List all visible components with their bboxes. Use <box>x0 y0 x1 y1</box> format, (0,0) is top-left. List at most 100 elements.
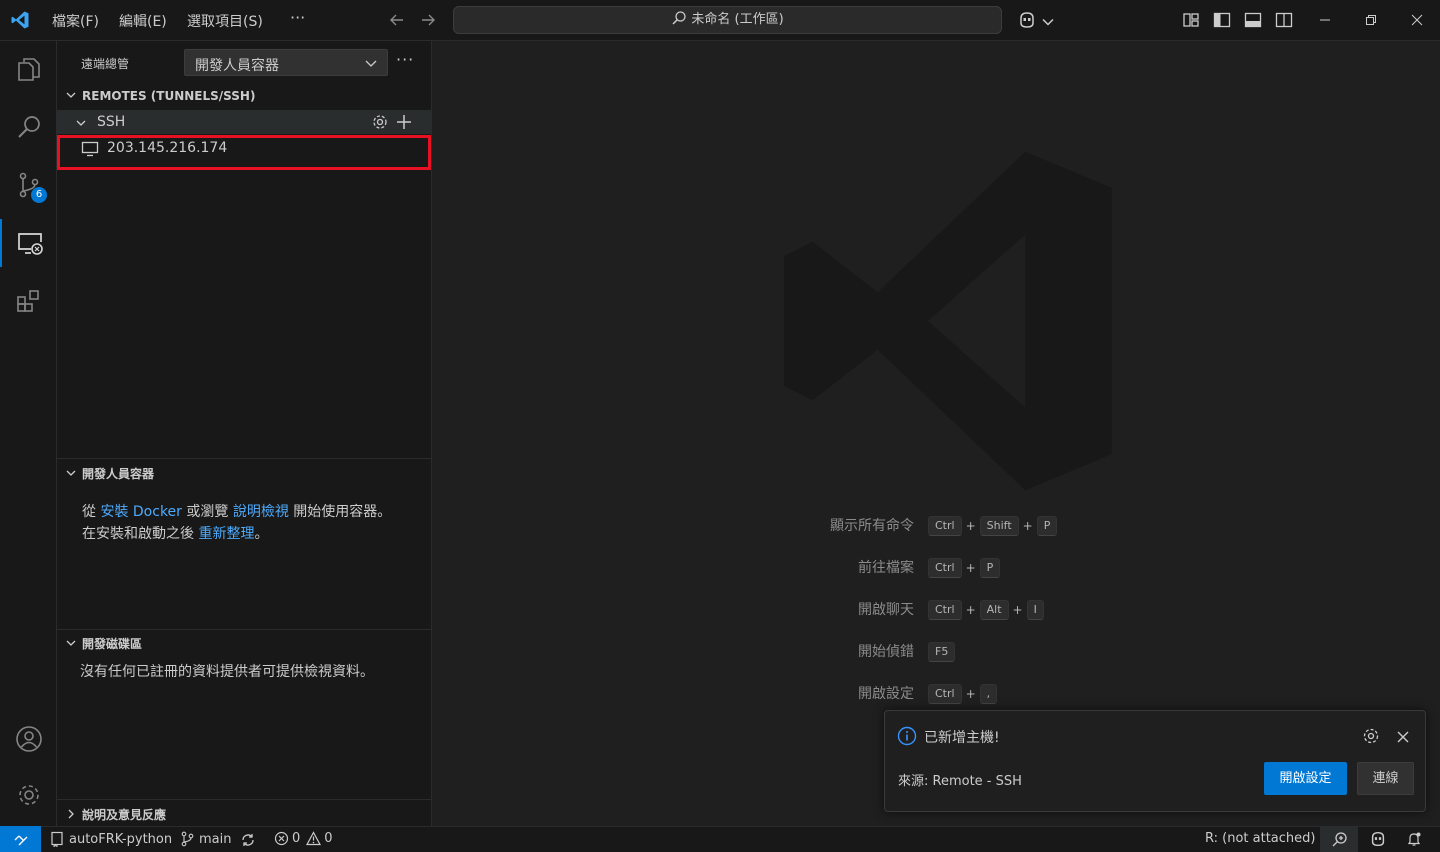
notification-toast: 已新增主機! 來源: Remote - SSH 開啟設定 連線 <box>884 710 1426 812</box>
toggle-panel-icon[interactable] <box>1243 10 1263 30</box>
ssh-group-row[interactable]: SSH <box>57 110 431 134</box>
remotes-section-header[interactable]: REMOTES (TUNNELS/SSH) <box>65 89 255 103</box>
close-window-icon[interactable] <box>1407 10 1427 30</box>
section-divider <box>57 799 431 800</box>
vscode-logo-icon <box>11 11 29 29</box>
copilot-icon[interactable] <box>1369 830 1387 848</box>
section-divider <box>57 458 431 459</box>
help-section-title: 說明及意見反應 <box>82 808 167 822</box>
toggle-primary-sidebar-icon[interactable] <box>1212 10 1232 30</box>
key-separator: + <box>965 603 976 617</box>
key-separator: + <box>1012 603 1023 617</box>
dc-text-1: 從 <box>82 504 101 520</box>
sidebar-view-title: 遠端總管 <box>81 57 130 71</box>
key-separator: + <box>965 561 976 575</box>
branch-indicator[interactable]: main <box>180 831 231 847</box>
extensions-icon <box>16 290 39 312</box>
remote-explorer-button[interactable] <box>0 219 57 267</box>
sync-icon[interactable] <box>240 832 256 848</box>
more-actions-button[interactable]: ··· <box>396 50 414 69</box>
help-view-link[interactable]: 說明檢視 <box>233 504 289 520</box>
explorer-button[interactable] <box>0 45 57 93</box>
menu-more[interactable]: ··· <box>290 8 305 27</box>
status-bar: autoFRK-python main 0 0 R: (not attached… <box>0 826 1440 852</box>
ssh-group-label: SSH <box>97 114 126 130</box>
keycap: , <box>979 684 998 704</box>
command-center-label: 未命名 (工作區) <box>691 12 784 27</box>
shortcut-keys: Ctrl + Shift + P <box>928 515 1058 537</box>
install-docker-link[interactable]: 安裝 Docker <box>100 504 181 520</box>
shortcut-row: 前往檔案 Ctrl + P <box>432 557 1440 579</box>
shortcut-label: 前往檔案 <box>858 560 914 576</box>
remote-status[interactable]: R: (not attached) <box>1205 831 1315 846</box>
vscode-watermark-icon <box>784 151 1112 491</box>
keycap: Shift <box>979 516 1019 536</box>
shortcut-keys: Ctrl + P <box>928 557 1001 579</box>
keycap: P <box>979 558 1001 578</box>
files-icon <box>17 58 40 81</box>
menu-file[interactable]: 檔案(F) <box>52 11 99 31</box>
keycap: Ctrl <box>928 516 962 536</box>
branch-label: main <box>199 831 232 847</box>
close-icon[interactable] <box>1395 729 1411 745</box>
remote-explorer-icon <box>17 233 43 255</box>
toggle-secondary-sidebar-icon[interactable] <box>1274 10 1294 30</box>
connect-button[interactable]: 連線 <box>1357 762 1414 795</box>
chevron-down-icon <box>66 470 76 476</box>
refresh-link[interactable]: 重新整理 <box>198 526 254 542</box>
gear-icon[interactable] <box>371 113 389 131</box>
keycap: I <box>1026 600 1044 620</box>
remote-type-dropdown[interactable]: 開發人員容器 <box>184 49 388 76</box>
gear-icon[interactable] <box>1362 727 1380 745</box>
shortcut-label: 開啟設定 <box>858 686 914 702</box>
gear-icon <box>18 785 39 805</box>
warning-icon <box>306 831 322 846</box>
command-center-search[interactable]: 未命名 (工作區) <box>453 6 1002 34</box>
open-config-button[interactable]: 開啟設定 <box>1264 762 1347 795</box>
remote-icon <box>14 835 27 846</box>
shortcut-row: 顯示所有命令 Ctrl + Shift + P <box>432 515 1440 537</box>
keycap: F5 <box>928 642 956 662</box>
search-view-button[interactable] <box>0 103 57 151</box>
chevron-down-icon <box>66 92 76 98</box>
key-separator: + <box>965 519 976 533</box>
customize-layout-icon[interactable] <box>1181 10 1201 30</box>
workspace-indicator[interactable]: autoFRK-python <box>50 831 172 847</box>
volumes-section-header[interactable]: 開發磁碟區 <box>65 635 142 652</box>
devcontainers-section-header[interactable]: 開發人員容器 <box>65 465 154 482</box>
shortcut-row: 開啟聊天 Ctrl + Alt + I <box>432 599 1440 621</box>
activity-bar: 6 <box>0 41 57 826</box>
manage-button[interactable] <box>0 771 57 819</box>
editor-area: 顯示所有命令 Ctrl + Shift + P 前往檔案 Ctrl + P 開啟聊天 Ctrl + Alt… <box>432 41 1440 826</box>
zoom-button[interactable] <box>1320 826 1358 852</box>
menu-selection[interactable]: 選取項目(S) <box>187 11 263 31</box>
add-icon[interactable] <box>395 113 413 131</box>
source-control-button[interactable]: 6 <box>0 161 57 209</box>
volumes-section-title: 開發磁碟區 <box>82 637 143 651</box>
workspace-label: autoFRK-python <box>69 831 173 847</box>
accounts-button[interactable] <box>0 715 57 763</box>
search-icon <box>17 116 40 138</box>
chevron-down-icon <box>365 60 377 67</box>
keycap: Ctrl <box>928 684 962 704</box>
dc-text-4: 。 <box>254 526 269 542</box>
restore-icon[interactable] <box>1361 10 1381 30</box>
key-separator: + <box>1022 519 1033 533</box>
minimize-icon[interactable] <box>1315 10 1335 30</box>
problems-indicator[interactable]: 0 0 <box>274 831 333 846</box>
shortcut-row: 開啟設定 Ctrl +, <box>432 683 1440 705</box>
menu-edit[interactable]: 編輯(E) <box>119 11 167 31</box>
forward-arrow-icon[interactable] <box>418 10 438 30</box>
back-arrow-icon[interactable] <box>387 10 407 30</box>
chevron-right-icon <box>68 809 74 819</box>
copilot-icon[interactable] <box>1017 10 1037 30</box>
notifications-bell-icon[interactable] <box>1406 831 1422 847</box>
extensions-button[interactable] <box>0 277 57 325</box>
remote-indicator-button[interactable] <box>0 826 41 852</box>
help-section-header[interactable]: 說明及意見反應 <box>65 806 166 823</box>
title-bar: 檔案(F) 編輯(E) 選取項目(S) ··· 未命名 (工作區) <box>0 0 1440 41</box>
notification-title: 已新增主機! <box>924 730 1000 746</box>
chevron-down-icon[interactable] <box>1038 12 1058 32</box>
error-icon <box>274 831 289 846</box>
key-separator: + <box>965 687 976 701</box>
